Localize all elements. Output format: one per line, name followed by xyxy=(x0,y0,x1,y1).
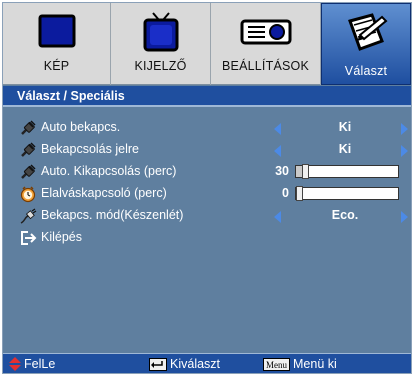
arrow-right-icon[interactable] xyxy=(401,211,408,223)
picture-icon xyxy=(3,9,110,55)
projector-settings-icon xyxy=(211,9,320,55)
tab-kep[interactable]: KÉP xyxy=(3,3,111,85)
footer-menu-hint: Menu Menü ki xyxy=(263,357,337,371)
arrow-left-icon[interactable] xyxy=(274,145,281,157)
exit-icon xyxy=(21,231,37,245)
tab-label: KIJELZŐ xyxy=(134,59,187,73)
menu-key-icon: Menu xyxy=(263,357,290,371)
footer-nav-hint: FelLe xyxy=(9,357,55,371)
menu-item-auto-bekapcs[interactable]: Auto bekapcs. Ki xyxy=(3,117,411,139)
menu-item-value: 0 xyxy=(282,186,289,200)
footer-menu-label: Menü ki xyxy=(293,357,337,371)
tab-beallitasok[interactable]: BEÁLLÍTÁSOK xyxy=(211,3,321,85)
menu-item-value: Eco. xyxy=(331,208,359,222)
tab-bar: KÉP KIJELZŐ BEÁLLÍTÁSOK Választ xyxy=(3,3,411,85)
menu-item-label: Auto bekapcs. xyxy=(41,120,121,134)
tab-label: Választ xyxy=(344,64,388,78)
menu-item-elalvaskapcsolo[interactable]: Elalváskapcsoló (perc) 0 xyxy=(3,183,411,205)
power-plug-icon xyxy=(21,164,36,179)
breadcrumb: Választ / Speciális xyxy=(3,86,411,107)
menu-item-label: Elalváskapcsoló (perc) xyxy=(41,186,167,200)
footer-select-label: Kiválaszt xyxy=(170,357,221,371)
tab-label: BEÁLLÍTÁSOK xyxy=(222,59,309,73)
footer-select-hint: Kiválaszt xyxy=(149,357,220,371)
power-plug-icon xyxy=(21,142,36,157)
arrow-right-icon[interactable] xyxy=(401,123,408,135)
tab-valasztas[interactable]: Választ xyxy=(321,3,411,85)
enter-key-icon xyxy=(149,357,167,371)
arrow-left-icon[interactable] xyxy=(274,123,281,135)
footer-bar: FelLe Kiválaszt Menu Menü ki xyxy=(3,353,411,373)
menu-item-value: 30 xyxy=(275,164,289,178)
footer-nav-label: FelLe xyxy=(24,357,56,371)
menu-item-value: Ki xyxy=(338,120,352,134)
power-cord-icon xyxy=(20,208,37,224)
sleep-timer-slider[interactable] xyxy=(295,186,399,201)
osd-menu: KÉP KIJELZŐ BEÁLLÍTÁSOK Választ Választ … xyxy=(2,2,412,374)
slider-knob[interactable] xyxy=(302,164,309,179)
arrow-left-icon[interactable] xyxy=(274,211,281,223)
auto-off-slider[interactable] xyxy=(295,164,399,179)
menu-item-bekapcsolas-jelre[interactable]: Bekapcsolás jelre Ki xyxy=(3,139,411,161)
tab-kijelzo[interactable]: KIJELZŐ xyxy=(111,3,211,85)
menu-item-auto-kikapcsolas[interactable]: Auto. Kikapcsolás (perc) 30 xyxy=(3,161,411,183)
slider-knob[interactable] xyxy=(296,186,303,201)
arrow-right-icon[interactable] xyxy=(401,145,408,157)
clock-icon xyxy=(20,186,36,203)
menu-item-bekapcs-mod[interactable]: Bekapcs. mód(Készenlét) Eco. xyxy=(3,205,411,227)
power-plug-icon xyxy=(21,120,36,135)
menu-item-label: Bekapcs. mód(Készenlét) xyxy=(41,208,184,222)
tv-display-icon xyxy=(111,9,210,55)
tab-label: KÉP xyxy=(43,59,70,73)
notepad-options-icon xyxy=(322,10,410,56)
menu-item-label: Kilépés xyxy=(41,230,82,244)
menu-item-value: Ki xyxy=(338,142,352,156)
menu-item-label: Bekapcsolás jelre xyxy=(41,142,139,156)
up-down-arrow-icon xyxy=(9,357,21,371)
menu-item-kilepes[interactable]: Kilépés xyxy=(3,227,411,249)
menu-item-label: Auto. Kikapcsolás (perc) xyxy=(41,164,177,178)
menu-content: Auto bekapcs. Ki Bekapcsolás jelre Ki Au… xyxy=(3,109,411,353)
